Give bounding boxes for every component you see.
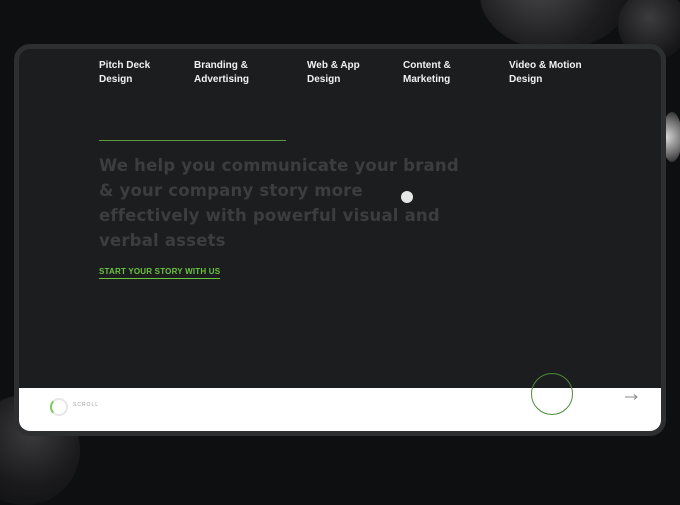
decorative-sphere-top bbox=[480, 0, 630, 50]
accent-divider bbox=[99, 140, 286, 141]
nav-item-label: Design bbox=[307, 74, 341, 85]
nav-item-branding[interactable]: Branding & Advertising bbox=[194, 59, 294, 87]
nav-item-label: Web & App bbox=[307, 60, 360, 71]
nav-item-pitch-deck[interactable]: Pitch Deck Design bbox=[99, 59, 199, 87]
browser-frame: Pitch Deck Design Branding & Advertising… bbox=[14, 44, 666, 436]
scroll-label: SCROLL bbox=[73, 402, 100, 408]
nav-item-label: Pitch Deck bbox=[99, 60, 151, 71]
nav-item-label: Marketing bbox=[403, 74, 451, 85]
nav-item-label: Advertising bbox=[194, 74, 250, 85]
nav-item-label: Design bbox=[99, 74, 133, 85]
nav-item-label: Content & bbox=[403, 60, 451, 71]
hero-headline: We help you communicate your brand & you… bbox=[99, 156, 459, 250]
nav-item-label: Branding & bbox=[194, 60, 248, 71]
circle-button[interactable] bbox=[531, 373, 573, 415]
nav-item-content-marketing[interactable]: Content & Marketing bbox=[403, 59, 503, 87]
cursor-dot-icon bbox=[401, 191, 413, 203]
nav-item-label: Design bbox=[509, 74, 543, 85]
scroll-indicator-icon[interactable] bbox=[50, 398, 68, 416]
arrow-right-icon[interactable] bbox=[625, 394, 639, 400]
nav-item-web-app[interactable]: Web & App Design bbox=[307, 59, 407, 87]
main-nav: Pitch Deck Design Branding & Advertising… bbox=[19, 49, 661, 99]
cta-link[interactable]: START YOUR STORY WITH US bbox=[99, 267, 221, 279]
nav-item-video-motion[interactable]: Video & Motion Design bbox=[509, 59, 609, 87]
nav-item-label: Video & Motion bbox=[509, 60, 582, 71]
